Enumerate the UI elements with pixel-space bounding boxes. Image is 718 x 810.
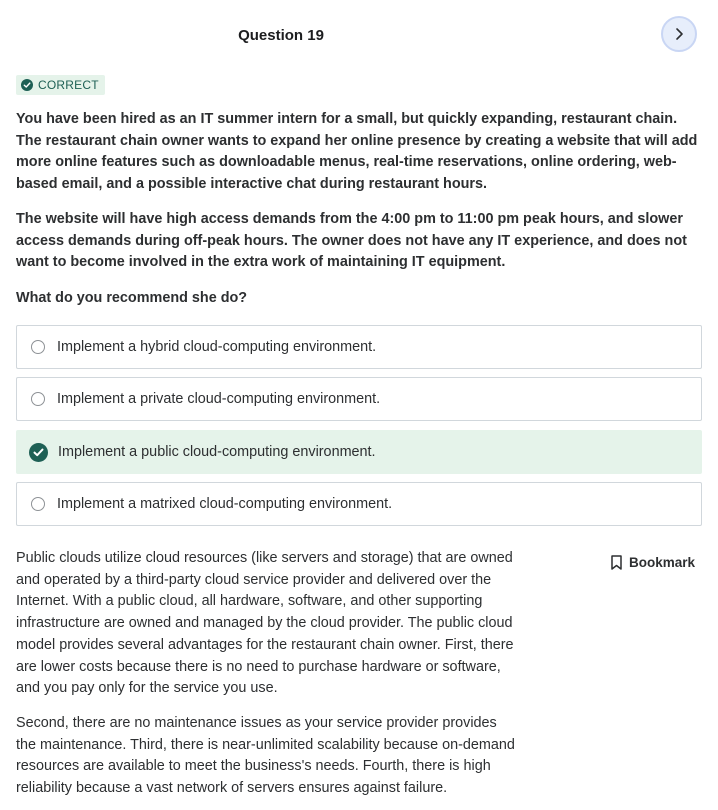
question-paragraph: You have been hired as an IT summer inte…	[16, 111, 698, 192]
answer-option[interactable]: Implement a hybrid cloud-computing envir…	[16, 325, 702, 369]
answer-option-label: Implement a private cloud-computing envi…	[57, 391, 381, 407]
explanation-paragraph: Public clouds utilize cloud resources (l…	[16, 550, 514, 697]
bookmark-label: Bookmark	[629, 555, 696, 570]
radio-button[interactable]	[31, 340, 45, 354]
radio-button[interactable]	[31, 497, 45, 511]
answer-option-selected[interactable]: Implement a public cloud-computing envir…	[16, 430, 702, 474]
answer-option-label: Implement a hybrid cloud-computing envir…	[57, 339, 377, 355]
check-circle-icon[interactable]	[29, 442, 48, 462]
answer-option-label: Implement a public cloud-computing envir…	[58, 444, 376, 460]
check-circle-icon	[21, 79, 33, 91]
question-paragraph: The website will have high access demand…	[16, 211, 687, 270]
status-badge: CORRECT	[16, 75, 105, 95]
next-question-button[interactable]	[661, 16, 697, 52]
bookmark-button[interactable]: Bookmark	[611, 555, 695, 570]
quiz-review-page: Question 19 CORRECT You have been hired …	[0, 0, 718, 810]
answer-option[interactable]: Implement a matrixed cloud-computing env…	[16, 482, 702, 526]
status-badge-label: CORRECT	[38, 78, 99, 92]
explanation-paragraph: Second, there are no maintenance issues …	[16, 715, 515, 797]
chevron-right-icon	[676, 28, 683, 40]
radio-button[interactable]	[31, 392, 45, 406]
answer-option-label: Implement a matrixed cloud-computing env…	[57, 496, 393, 512]
answer-option[interactable]: Implement a private cloud-computing envi…	[16, 377, 702, 421]
bookmark-icon	[611, 555, 622, 570]
question-prompt: What do you recommend she do?	[16, 290, 248, 306]
question-title: Question 19	[238, 27, 324, 44]
